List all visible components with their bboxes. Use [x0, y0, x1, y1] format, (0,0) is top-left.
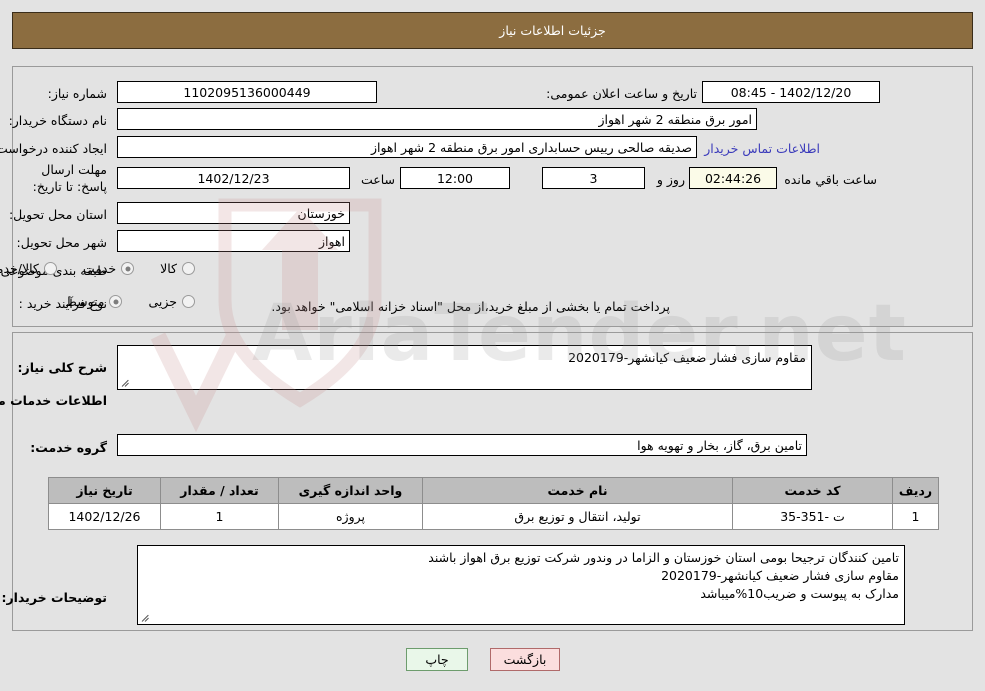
general-desc-value: مقاوم سازی فشار ضعیف کیانشهر-2020179 [568, 350, 806, 365]
table-header-cell: واحد اندازه گیری [278, 477, 423, 504]
process-type-option-label: جزیی [148, 294, 177, 309]
buyer-notes-label: توضیحات خریدار: [1, 590, 107, 605]
province-value: خوزستان [117, 202, 350, 224]
table-header-row: ردیف کد خدمت نام خدمت واحد اندازه گیری تعداد… [48, 477, 939, 504]
deadline-hour-label: ساعت [360, 172, 395, 187]
buyer-notes-textarea[interactable]: تامین کنندگان ترجیحا بومی استان خوزستان … [137, 545, 905, 625]
province-label: استان محل تحویل: [8, 207, 107, 222]
days-remaining-value: 3 [542, 167, 645, 189]
resize-grip-icon [120, 378, 130, 388]
deadline-date-value: 1402/12/23 [117, 167, 350, 189]
process-type-radio-icon[interactable] [182, 295, 195, 308]
page-title: جزئیات اطلاعات نیاز [499, 23, 606, 38]
category-radio-icon[interactable] [43, 262, 57, 275]
countdown-timer-value: 02:44:26 [689, 167, 777, 189]
buyer-notes-line: مقاوم سازی فشار ضعیف کیانشهر-2020179 [661, 568, 899, 584]
back-button[interactable]: بازگشت [490, 648, 560, 671]
services-info-heading: اطلاعات خدمات مورد نیاز [0, 393, 107, 408]
category-radio-icon[interactable] [121, 262, 135, 275]
table-cell-service-name: تولید، انتقال و توزیع برق [422, 503, 733, 530]
table-row: 1ت -351-35 تولید، انتقال و توزیع برق پروژه… [48, 503, 939, 530]
general-desc-label: شرح کلی نیاز: [17, 360, 107, 375]
resize-grip-icon [140, 613, 150, 623]
table-header-cell: تاریخ نیاز [48, 477, 161, 504]
process-type-option[interactable]: جزیی [148, 294, 195, 309]
need-number-label: شماره نیاز: [47, 86, 107, 101]
page-root: AriaTender.net جزئیات اطلاعات نیاز شماره… [0, 0, 985, 691]
need-summary-panel [12, 66, 973, 327]
table-header-cell: نام خدمت [422, 477, 733, 504]
process-type-radio-icon[interactable] [109, 295, 123, 308]
process-type-option-label: متوسط [65, 294, 105, 309]
table-header-cell: کد خدمت [732, 477, 893, 504]
category-option[interactable]: خدمت [82, 261, 135, 276]
service-group-label: گروه خدمت: [30, 440, 107, 455]
services-table: ردیف کد خدمت نام خدمت واحد اندازه گیری تعداد… [48, 477, 939, 530]
days-remaining-label: روز و [656, 172, 685, 187]
category-option[interactable]: کالا/خدمت [0, 261, 57, 276]
process-type-option[interactable]: متوسط [65, 294, 123, 309]
general-desc-textarea[interactable]: مقاوم سازی فشار ضعیف کیانشهر-2020179 [117, 345, 812, 390]
buyer-contact-link[interactable]: اطلاعات تماس خریدار [704, 141, 820, 156]
deadline-label: مهلت ارسال پاسخ: تا تاریخ: [32, 162, 107, 194]
payment-note: پرداخت تمام یا بخشی از مبلغ خرید،از محل … [271, 299, 670, 314]
category-radio-group[interactable]: کالا خدمت کالا/خدمت [0, 261, 195, 276]
table-header-cell: تعداد / مقدار [160, 477, 279, 504]
announce-datetime-value: 1402/12/20 - 08:45 [702, 81, 880, 103]
buyer-org-value: امور برق منطقه 2 شهر اهواز [117, 108, 757, 130]
category-option[interactable]: کالا [160, 261, 195, 276]
city-value: اهواز [117, 230, 350, 252]
requester-label: ایجاد کننده درخواست: [0, 141, 107, 156]
announce-datetime-label: تاریخ و ساعت اعلان عمومی: [546, 86, 697, 101]
category-radio-icon[interactable] [182, 262, 195, 275]
process-type-radio-group[interactable]: جزیی متوسط [39, 294, 195, 309]
buyer-org-label: نام دستگاه خریدار: [8, 113, 107, 128]
category-option-label: خدمت [82, 261, 117, 276]
buyer-notes-line: تامین کنندگان ترجیحا بومی استان خوزستان … [428, 550, 899, 565]
window-title-bar: جزئیات اطلاعات نیاز [12, 12, 973, 49]
service-group-value: تامین برق، گاز، بخار و تهویه هوا [117, 434, 807, 456]
requester-value: صدیقه صالحی رییس حسابداری امور برق منطقه… [117, 136, 697, 158]
category-option-label: کالا/خدمت [0, 261, 39, 276]
table-cell-quantity: 1 [160, 503, 279, 530]
countdown-timer-label: ساعت باقي مانده [784, 172, 877, 187]
table-cell-service-code: ت -351-35 [732, 503, 893, 530]
table-cell-need-date: 1402/12/26 [48, 503, 161, 530]
table-cell-row-no: 1 [892, 503, 939, 530]
category-option-label: کالا [160, 261, 177, 276]
table-cell-unit: پروژه [278, 503, 423, 530]
print-button[interactable]: چاپ [406, 648, 468, 671]
need-number-value: 1102095136000449 [117, 81, 377, 103]
deadline-time-value: 12:00 [400, 167, 510, 189]
city-label: شهر محل تحویل: [16, 235, 107, 250]
buyer-notes-line: مدارک به پیوست و ضریب10%میباشد [700, 586, 899, 602]
table-header-cell: ردیف [892, 477, 939, 504]
